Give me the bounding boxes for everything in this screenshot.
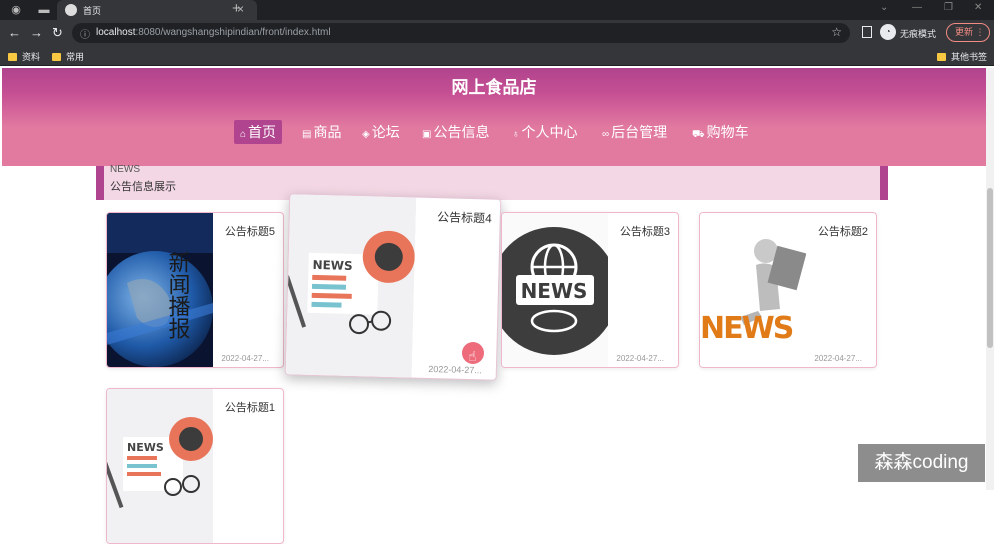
- tab-search-icon[interactable]: ⌄: [880, 2, 888, 13]
- forum-icon: ◈: [362, 129, 370, 140]
- tab-title: 首页: [83, 6, 102, 16]
- globe-icon-thumb: NEWS: [502, 213, 608, 367]
- forward-icon[interactable]: →: [30, 25, 43, 40]
- news-word-text: NEWS: [521, 279, 588, 303]
- nav-user-center[interactable]: ♁ 个人中心: [512, 120, 578, 144]
- notice-heading-en: NEWS: [110, 164, 140, 175]
- link-icon: ∞: [602, 129, 610, 140]
- nav-admin[interactable]: ∞ 后台管理: [602, 120, 667, 144]
- nav-goods[interactable]: ▤ 商品: [302, 120, 341, 144]
- nav-forum[interactable]: ◈ 论坛: [362, 120, 400, 144]
- bookmark-folder-other[interactable]: 其他书签: [937, 50, 987, 63]
- notice-heading-zh: 公告信息展示: [110, 181, 176, 193]
- browser-tab-active[interactable]: 首页 ×: [57, 0, 257, 20]
- scrollbar-thumb[interactable]: [987, 188, 993, 348]
- tab-list-icon[interactable]: ▬: [37, 3, 51, 17]
- card-title: 公告标题5: [224, 226, 275, 238]
- site-title: 网上食品店: [451, 78, 537, 97]
- bookmark-star-icon[interactable]: ☆: [831, 25, 842, 39]
- maximize-icon[interactable]: ❐: [944, 2, 953, 13]
- page-scrollbar[interactable]: [986, 68, 994, 490]
- notice-card-3[interactable]: NEWS 公告标题3 2022-04-27...: [501, 212, 679, 368]
- card-date: 2022-04-27...: [428, 363, 482, 376]
- browser-tab-bar: ◉ ▬ 首页 × + ⌄ — ❐ ✕: [0, 0, 994, 20]
- incognito-label: 无痕模式: [900, 29, 937, 39]
- notice-icon: ▣: [422, 129, 432, 140]
- nav-home[interactable]: ⌂ 首页: [234, 120, 283, 144]
- back-icon[interactable]: ←: [8, 25, 21, 40]
- site-header: 网上食品店 ⌂ 首页 ▤ 商品 ◈ 论坛 ▣ 公告信息 ♁ 个人中心 ∞ 后台管理 ⛟ 购物车: [2, 68, 986, 166]
- reload-icon[interactable]: ↻: [52, 25, 63, 41]
- figure-news-thumb: NEWS: [700, 213, 806, 367]
- folder-icon: [8, 53, 17, 61]
- newspaper-thumb: NEWS: [285, 194, 417, 380]
- card-title: 公告标题2: [817, 226, 868, 238]
- tab-favicon-icon: [65, 4, 77, 16]
- newspaper-thumb: NEWS: [107, 389, 213, 543]
- incognito-icon[interactable]: ◔: [880, 24, 896, 40]
- home-icon: ⌂: [240, 129, 247, 140]
- card-title: 公告标题4: [436, 210, 493, 226]
- card-date: 2022-04-27...: [221, 354, 269, 363]
- goods-icon: ▤: [302, 129, 312, 140]
- card-date: 2022-04-27...: [814, 354, 862, 363]
- folder-icon: [52, 53, 61, 61]
- card-date: 2022-04-27...: [616, 354, 664, 363]
- folder-icon: [937, 53, 946, 61]
- cart-icon: ⛟: [692, 129, 705, 140]
- hand-cursor-icon: ☝: [468, 348, 477, 364]
- url-text: localhost:8080/wangshangshipindian/front…: [96, 27, 331, 38]
- card-title: 公告标题1: [224, 402, 275, 414]
- url-bar[interactable]: ⓘ localhost:8080/wangshangshipindian/fro…: [72, 23, 850, 43]
- news-word-text: NEWS: [127, 441, 164, 454]
- globe-news-thumb: 新闻播报: [107, 213, 213, 367]
- notice-card-5[interactable]: 新闻播报 公告标题5 2022-04-27...: [106, 212, 284, 368]
- address-bar-row: ← → ↻ ⓘ localhost:8080/wangshangshipindi…: [0, 20, 994, 46]
- bookmark-folder-changyong[interactable]: 常用: [52, 50, 84, 63]
- nav-cart[interactable]: ⛟ 购物车: [692, 120, 749, 144]
- news-word-text: NEWS: [312, 258, 352, 273]
- card-title: 公告标题3: [619, 226, 670, 238]
- window-close-icon[interactable]: ✕: [974, 2, 982, 13]
- side-panel-icon[interactable]: [862, 26, 872, 38]
- notice-card-2[interactable]: NEWS 公告标题2 2022-04-27...: [699, 212, 877, 368]
- main-nav: ⌂ 首页 ▤ 商品 ◈ 论坛 ▣ 公告信息 ♁ 个人中心 ∞ 后台管理 ⛟ 购物车: [232, 120, 772, 144]
- user-icon: ♁: [512, 129, 520, 140]
- notice-section-header: NEWS 公告信息展示: [96, 164, 888, 200]
- news-word-text: NEWS: [700, 311, 793, 346]
- bookmarks-bar: 资料 常用 其他书签: [0, 46, 994, 66]
- nav-notice[interactable]: ▣ 公告信息: [422, 120, 489, 144]
- update-button[interactable]: 更新 ⋮: [946, 23, 990, 42]
- notice-card-1[interactable]: NEWS 公告标题1: [106, 388, 284, 544]
- video-watermark: 森森coding: [858, 444, 985, 482]
- minimize-icon[interactable]: —: [912, 2, 922, 13]
- new-tab-icon[interactable]: +: [232, 0, 241, 17]
- chrome-menu-icon[interactable]: ◉: [9, 3, 23, 17]
- news-broadcast-text: 新闻播报: [165, 251, 191, 339]
- bookmark-folder-ziliao[interactable]: 资料: [8, 50, 40, 63]
- site-info-icon[interactable]: ⓘ: [80, 26, 90, 41]
